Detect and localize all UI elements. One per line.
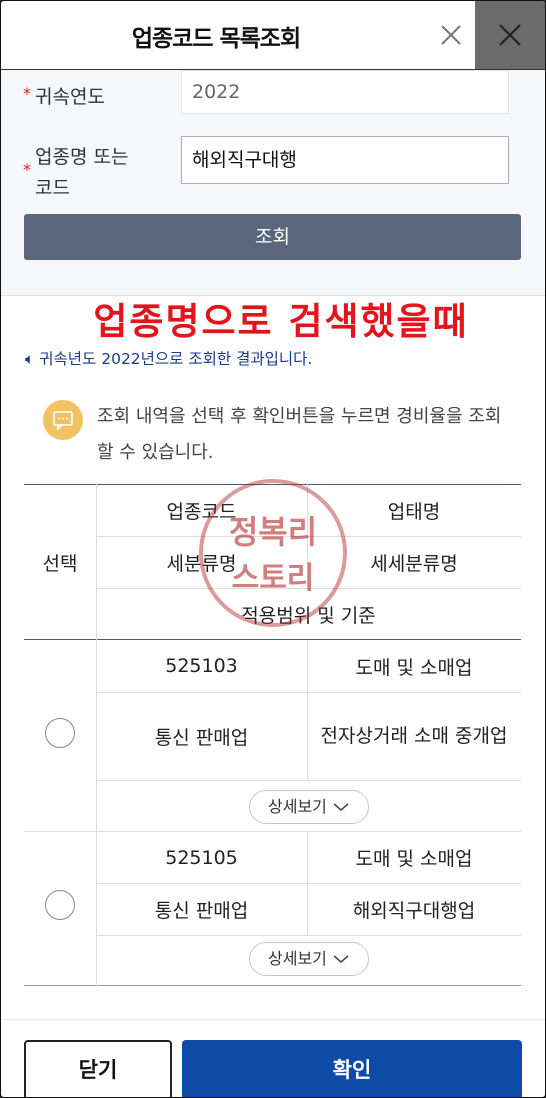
th-select: 선택	[42, 552, 78, 575]
cell-subclass: 통신 판매업	[154, 899, 249, 922]
year-label: 귀속연도	[35, 86, 105, 108]
dialog-header: 업종코드 목록조회	[1, 1, 545, 70]
detail-button[interactable]: 상세보기	[249, 942, 369, 976]
business-name-input[interactable]: 해외직구대행	[181, 136, 509, 184]
name-label-cont: 코드	[35, 177, 70, 199]
row-radio[interactable]	[45, 890, 75, 920]
chevron-down-icon	[332, 949, 350, 968]
name-label: 업종명 또는	[35, 146, 129, 168]
year-field: 2022	[181, 70, 509, 114]
chat-icon	[43, 400, 83, 440]
cell-code: 525103	[165, 655, 238, 677]
speaker-icon: 🔈︎	[25, 350, 35, 368]
divider	[96, 935, 521, 936]
annotation-caption: 업종명으로 검색했을때	[93, 300, 469, 343]
close-icon[interactable]	[437, 21, 465, 49]
watermark-stamp: 정복리 스토리	[199, 479, 347, 627]
table-bottom-border	[24, 985, 521, 986]
divider	[96, 780, 521, 781]
confirm-button[interactable]: 확인	[182, 1040, 522, 1097]
close-icon	[499, 24, 521, 46]
dialog: 업종코드 목록조회 * 귀속연도 2022 * 업종명 또는 코드 해외직구대행…	[0, 0, 546, 1098]
cell-subclass: 통신 판매업	[154, 726, 249, 749]
row-radio[interactable]	[45, 718, 75, 748]
result-text: 귀속년도 2022년으로 조회한 결과입니다.	[39, 350, 313, 368]
dialog-footer: 닫기 확인	[1, 1019, 545, 1097]
cell-subsubclass: 전자상거래 소매 중개업	[320, 725, 508, 747]
detail-label: 상세보기	[268, 949, 327, 968]
cell-code: 525105	[165, 846, 238, 869]
close-dialog-button[interactable]: 닫기	[24, 1040, 172, 1097]
watermark-line2: 스토리	[231, 561, 315, 596]
required-mark: *	[23, 84, 31, 103]
dialog-title: 업종코드 목록조회	[131, 26, 301, 52]
notice-text: 조회 내역을 선택 후 확인버튼을 누르면 경비율을 조회 할 수 있습니다.	[97, 406, 502, 463]
detail-label: 상세보기	[268, 797, 327, 816]
result-summary: 🔈︎ 귀속년도 2022년으로 조회한 결과입니다.	[25, 347, 312, 369]
search-button[interactable]: 조회	[24, 214, 521, 260]
cell-subsubclass: 해외직구대행업	[352, 899, 476, 922]
required-mark: *	[23, 160, 31, 179]
chevron-down-icon	[332, 797, 350, 816]
close-button[interactable]	[475, 1, 545, 69]
cell-type: 도매 및 소매업	[355, 848, 473, 870]
detail-button[interactable]: 상세보기	[249, 790, 369, 824]
search-form: * 귀속연도 2022 * 업종명 또는 코드 해외직구대행 조회	[1, 70, 545, 296]
cell-type: 도매 및 소매업	[355, 656, 473, 679]
watermark-line1: 정복리	[228, 513, 318, 551]
